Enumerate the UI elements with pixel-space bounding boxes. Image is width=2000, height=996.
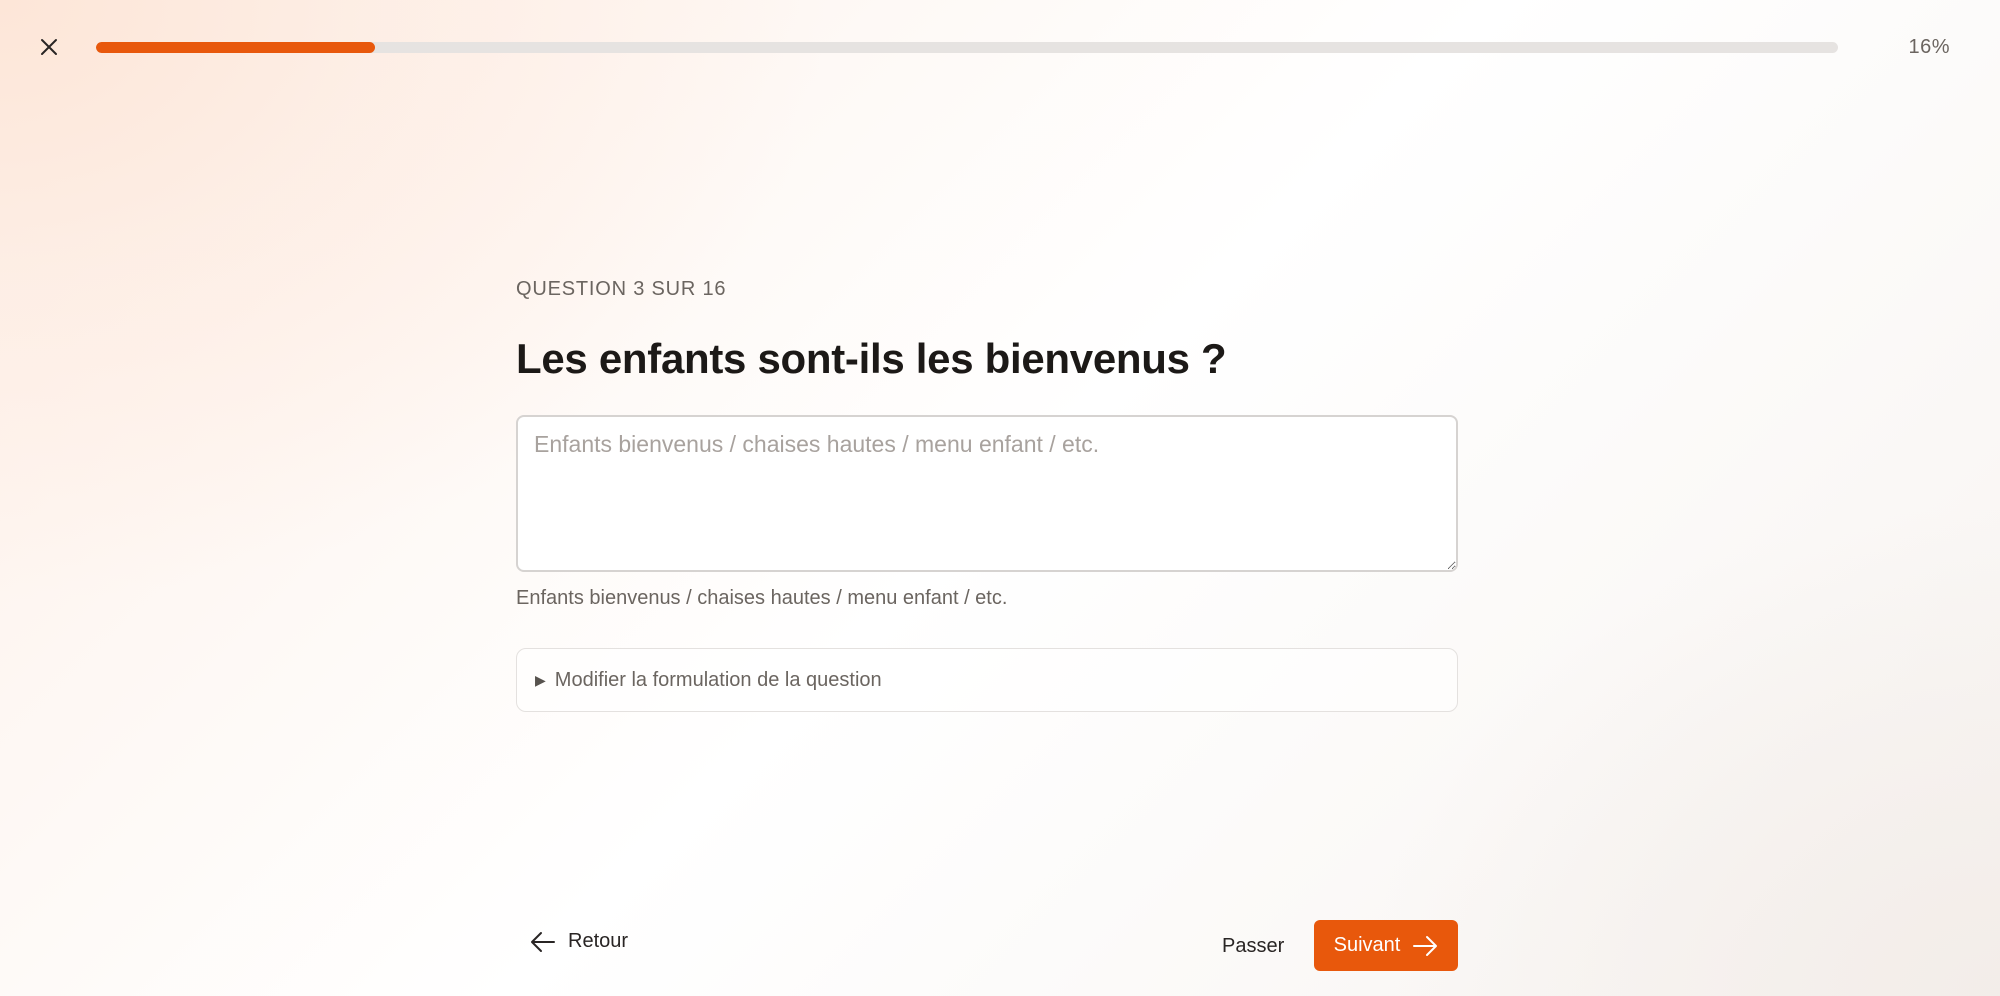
next-button-label: Suivant — [1333, 934, 1401, 956]
close-icon — [41, 39, 57, 55]
progress-bar-fill — [96, 42, 375, 53]
question-title: Les enfants sont-ils les bienvenus ? — [516, 335, 1227, 382]
skip-button[interactable]: Passer — [1222, 935, 1284, 958]
progress-percentage: 16% — [1908, 36, 1950, 58]
arrow-left-icon — [531, 931, 555, 952]
question-counter: QUESTION 3 SUR 16 — [516, 278, 727, 300]
rephrase-question-toggle[interactable]: ▶ Modifier la formulation de la question — [516, 648, 1458, 712]
arrow-right-icon — [1413, 935, 1438, 956]
disclosure-triangle-icon: ▶ — [535, 671, 546, 688]
back-button[interactable]: Retour — [530, 930, 628, 953]
question-panel: QUESTION 3 SUR 16 Les enfants sont-ils l… — [516, 278, 1458, 712]
close-button[interactable] — [34, 32, 64, 62]
rephrase-question-label: Modifier la formulation de la question — [554, 668, 882, 691]
answer-hint: Enfants bienvenus / chaises hautes / men… — [516, 587, 1008, 609]
back-button-label: Retour — [568, 930, 629, 952]
answer-textarea[interactable] — [516, 415, 1458, 572]
progress-bar — [96, 42, 1838, 53]
next-button[interactable]: Suivant — [1314, 920, 1458, 971]
